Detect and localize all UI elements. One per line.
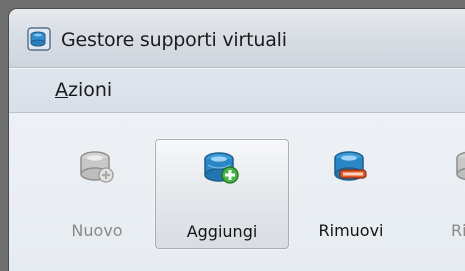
new-disk-button[interactable]: Nuovo	[59, 139, 135, 247]
menu-bar: Azioni	[9, 68, 465, 113]
disk-new-icon	[78, 149, 116, 185]
window-title: Gestore supporti virtuali	[61, 29, 287, 51]
release-disk-button[interactable]: Ril	[423, 139, 465, 247]
toolbar: Nuovo Aggiungi Rimuovi R	[9, 113, 465, 271]
remove-disk-label: Rimuovi	[318, 221, 384, 240]
remove-disk-button[interactable]: Rimuovi	[305, 139, 397, 247]
disk-remove-icon	[332, 149, 370, 185]
menu-azioni-mnemonic: A	[55, 79, 68, 101]
title-bar[interactable]: Gestore supporti virtuali	[9, 9, 465, 68]
virtual-media-manager-icon	[27, 27, 51, 51]
menu-azioni-label: zioni	[68, 79, 113, 101]
add-disk-button[interactable]: Aggiungi	[155, 139, 289, 249]
disk-add-icon	[202, 150, 240, 186]
add-disk-label: Aggiungi	[186, 222, 258, 241]
disk-release-icon	[454, 149, 465, 185]
virtual-media-manager-window: Gestore supporti virtuali Azioni Nuovo A…	[8, 8, 465, 271]
release-disk-label: Ril	[451, 221, 465, 240]
new-disk-label: Nuovo	[71, 221, 123, 240]
menu-azioni[interactable]: Azioni	[55, 79, 112, 101]
